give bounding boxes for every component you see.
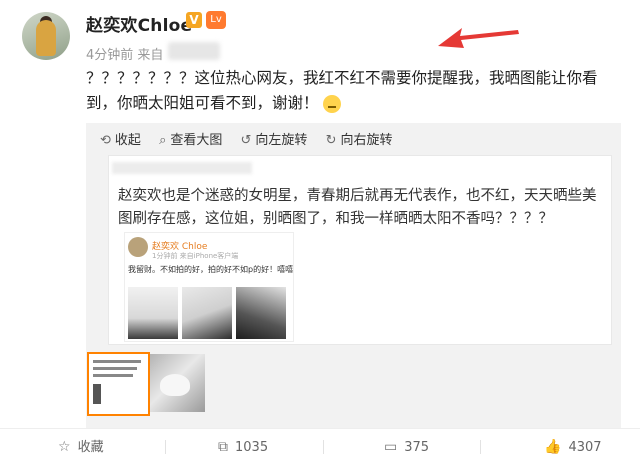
footer-divider <box>0 428 640 429</box>
star-icon: ☆ <box>58 439 71 455</box>
post-text: ？？？？？？？这位热心网友，我红不红不需要你提醒我，我晒图能让你看到，你晒太阳姐… <box>86 66 621 116</box>
collapse-icon: ⟲ <box>100 133 111 148</box>
collapse-button[interactable]: ⟲ 收起 <box>100 129 141 148</box>
comment-icon: ▭ <box>384 439 398 455</box>
eye-roll-emoji-icon <box>323 94 342 113</box>
like-button[interactable]: 👍 4307 <box>544 438 602 456</box>
rotate-right-button[interactable]: ↻ 向右旋转 <box>326 129 393 148</box>
avatar[interactable] <box>22 12 70 60</box>
rotate-right-label: 向右旋转 <box>340 133 393 148</box>
view-large-label: 查看大图 <box>170 133 223 148</box>
embedded-photo <box>128 287 178 339</box>
red-arrow-annotation <box>438 28 519 48</box>
post-meta: 4分钟前 来自 <box>86 48 164 63</box>
footer-separator <box>165 440 166 454</box>
post-text-content: ？？？？？？？这位热心网友，我红不红不需要你提醒我，我晒图能让你看到，你晒太阳姐… <box>86 69 598 112</box>
source-blurred <box>168 42 220 60</box>
embedded-avatar <box>128 237 148 257</box>
comment-button[interactable]: ▭ 375 <box>384 438 429 456</box>
level-badge: Lv <box>206 11 226 29</box>
embedded-photo <box>182 287 232 339</box>
favorite-label: 收藏 <box>77 440 104 455</box>
rotate-left-label: 向左旋转 <box>255 133 308 148</box>
footer-separator <box>323 440 324 454</box>
favorite-button[interactable]: ☆ 收藏 <box>58 438 104 456</box>
blurred-header <box>112 162 252 174</box>
embedded-meta: 1分钟前 来自iPhone客户端 <box>152 252 239 260</box>
repost-icon: ⧉ <box>218 439 228 455</box>
zoom-icon: ⌕ <box>159 133 167 148</box>
thumbnail-selected[interactable] <box>87 352 150 416</box>
embedded-post-text: 我留财。不如拍的好，拍的好不如p的好！嘻嘻 <box>128 265 294 274</box>
rotate-right-icon: ↻ <box>325 133 337 148</box>
verified-badge: V <box>186 12 202 28</box>
repost-count: 1035 <box>235 440 269 455</box>
embedded-photo <box>236 287 286 339</box>
rotate-left-icon: ↺ <box>240 133 252 148</box>
repost-button[interactable]: ⧉ 1035 <box>218 438 268 456</box>
image-toolbar: ⟲ 收起 ⌕ 查看大图 ↺ 向左旋转 ↻ 向右旋转 <box>100 129 406 148</box>
username[interactable]: 赵奕欢Chloe <box>86 11 192 36</box>
thumbnail[interactable] <box>150 354 205 412</box>
like-count: 4307 <box>568 440 602 455</box>
collapse-label: 收起 <box>114 133 141 148</box>
view-large-button[interactable]: ⌕ 查看大图 <box>159 129 222 148</box>
comment-count: 375 <box>404 440 430 455</box>
embedded-comment-text: 赵奕欢也是个迷惑的女明星，青春期后就再无代表作，也不红，天天晒些美图刷存在感，这… <box>118 188 597 227</box>
thumbs-up-icon: 👍 <box>544 439 562 455</box>
rotate-left-button[interactable]: ↺ 向左旋转 <box>241 129 308 148</box>
footer-separator <box>480 440 481 454</box>
